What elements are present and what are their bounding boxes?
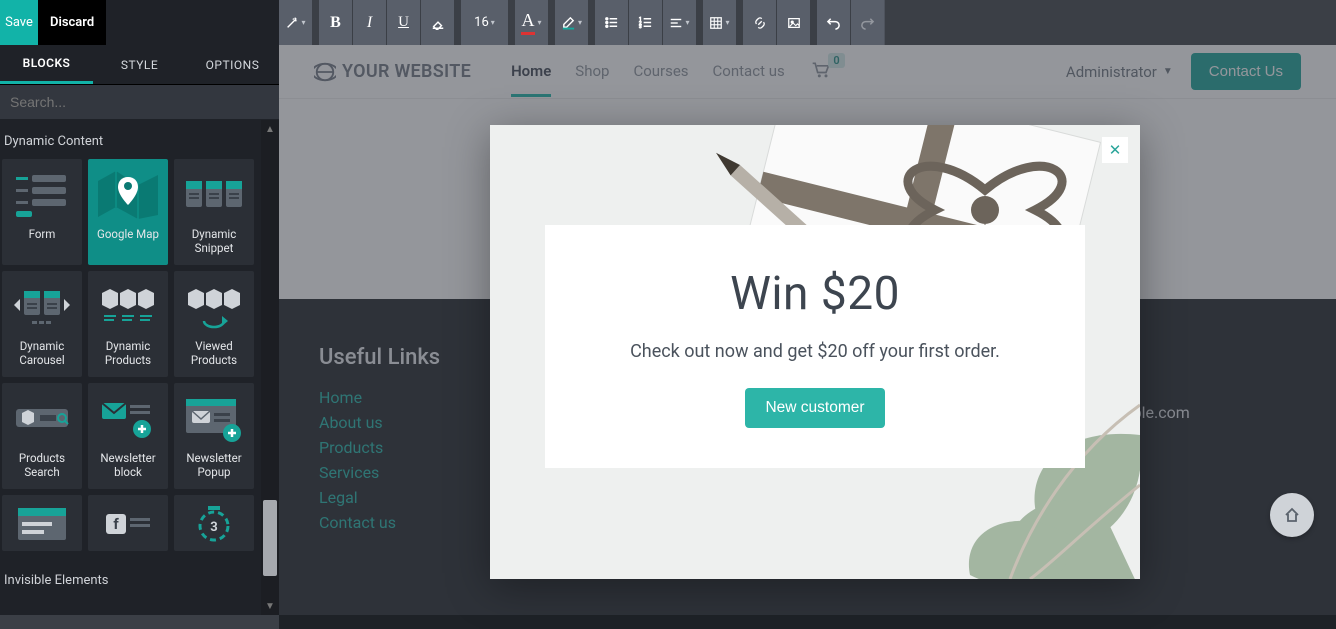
category-invisible-elements: Invisible Elements [0,559,260,598]
block-dynamic-carousel[interactable]: Dynamic Carousel [2,271,82,377]
block-search-input[interactable] [0,85,279,119]
tab-style[interactable]: STYLE [93,45,186,84]
modal-subtitle: Check out now and get $20 off your first… [581,341,1049,362]
block-partial-3[interactable]: 3 [174,495,254,551]
carousel-icon [10,279,74,335]
align-button[interactable] [663,0,697,45]
block-products-search[interactable]: Products Search [2,383,82,489]
block-label: Dynamic Snippet [174,223,254,256]
modal-cta-button[interactable]: New customer [745,388,884,428]
scroll-down-arrow-icon[interactable]: ▼ [261,597,279,615]
block-label: Viewed Products [174,335,254,368]
newsletter-icon [96,391,160,447]
house-icon [1284,507,1300,523]
svg-text:f: f [113,515,119,533]
block-label: Newsletter Popup [174,447,254,480]
modal-close-button[interactable]: ✕ [1102,137,1128,163]
block-label: Newsletter block [88,447,168,480]
scroll-up-arrow-icon[interactable]: ▲ [261,120,279,138]
tab-options[interactable]: OPTIONS [186,45,279,84]
block-dynamic-snippet[interactable]: Dynamic Snippet [174,159,254,265]
block-label: Dynamic Products [88,335,168,368]
scrollbar-thumb[interactable] [263,500,277,576]
panel-tabs: BLOCKS STYLE OPTIONS [0,45,279,85]
ordered-list-button[interactable]: 123 [629,0,663,45]
underline-button[interactable]: U [387,0,421,45]
block-newsletter-popup[interactable]: Newsletter Popup [174,383,254,489]
newsletter-popup-icon [182,391,246,447]
block-search-row [0,85,279,119]
block-label: Form [27,223,58,241]
block-google-map[interactable]: Google Map [88,159,168,265]
boxes-reload-icon [182,279,246,335]
rich-text-toolbar: B I U 16 A 123 [279,0,1336,45]
image-button[interactable] [777,0,811,45]
link-button[interactable] [743,0,777,45]
browser-window-icon [10,501,74,551]
redo-button [851,0,885,45]
cards-icon [182,167,246,223]
block-grid: Form Google Map Dynamic Snippet Dynamic … [0,159,260,551]
modal-content-card: Win $20 Check out now and get $20 off yo… [545,225,1085,468]
italic-button[interactable]: I [353,0,387,45]
block-label: Dynamic Carousel [2,335,82,368]
map-pin-icon [96,167,160,223]
table-button[interactable] [703,0,737,45]
editor-side-panel: Save Discard BLOCKS STYLE OPTIONS Dynami… [0,0,279,615]
search-products-icon [10,391,74,447]
svg-text:3: 3 [210,520,217,535]
newsletter-popup-modal: ✕ Win $20 Check out now and get $20 off … [490,125,1140,579]
block-form[interactable]: Form [2,159,82,265]
block-label: Products Search [2,447,82,480]
modal-title: Win $20 [581,267,1049,321]
font-size-select[interactable]: 16 [461,0,509,45]
form-icon [10,167,74,223]
panel-top-bar: Save Discard [0,0,279,45]
bold-button[interactable]: B [319,0,353,45]
block-partial-1[interactable] [2,495,82,551]
magic-wand-button[interactable] [279,0,313,45]
facebook-icon: f [96,501,160,551]
discard-button[interactable]: Discard [38,0,106,45]
block-newsletter-block[interactable]: Newsletter block [88,383,168,489]
save-button[interactable]: Save [0,0,38,45]
highlight-color-button[interactable] [555,0,589,45]
clear-format-button[interactable] [421,0,455,45]
block-dynamic-products[interactable]: Dynamic Products [88,271,168,377]
tab-blocks[interactable]: BLOCKS [0,45,93,84]
unordered-list-button[interactable] [595,0,629,45]
block-partial-2[interactable]: f [88,495,168,551]
undo-button[interactable] [817,0,851,45]
svg-text:3: 3 [639,24,642,30]
blocks-scroll-area: Dynamic Content Form Google Map Dynamic … [0,120,260,615]
category-dynamic-content: Dynamic Content [0,120,260,159]
block-viewed-products[interactable]: Viewed Products [174,271,254,377]
home-fab-button[interactable] [1270,493,1314,537]
countdown-icon: 3 [182,501,246,551]
blocks-scrollbar[interactable]: ▲ ▼ [261,120,279,615]
boxes-icon [96,279,160,335]
text-color-button[interactable]: A [515,0,549,45]
block-label: Google Map [95,223,161,241]
